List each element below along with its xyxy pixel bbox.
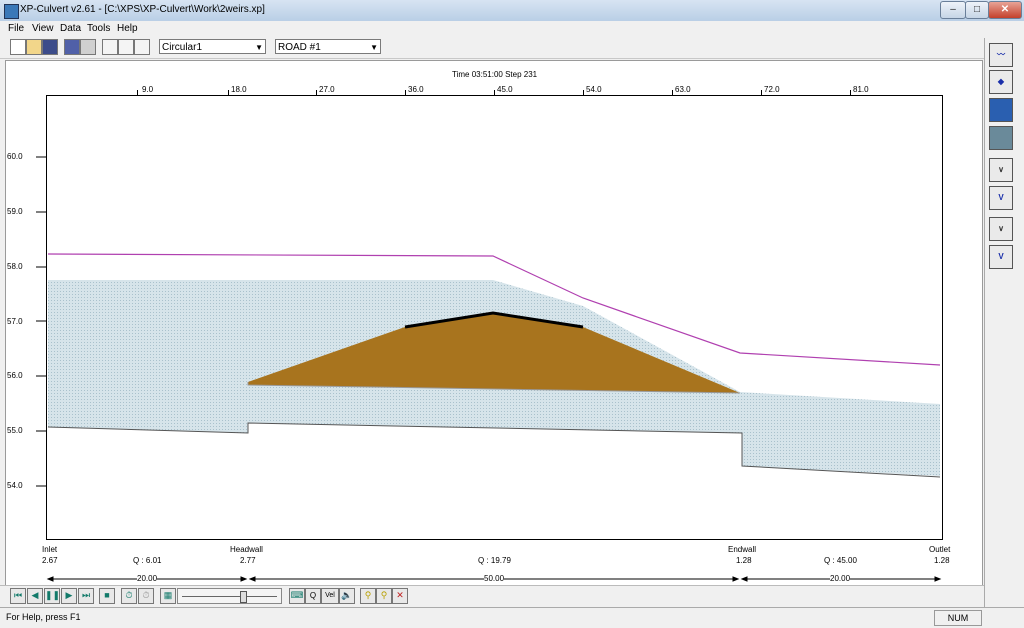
y-axis-ticks	[36, 156, 46, 487]
inlet-value: 2.67	[42, 556, 58, 565]
endwall-value: 1.28	[736, 556, 752, 565]
flow-q1: Q : 6.01	[133, 556, 162, 565]
timer-icon[interactable]: ⏱	[121, 588, 137, 604]
headwall-label: Headwall	[230, 545, 263, 554]
outlet-value: 1.28	[934, 556, 950, 565]
zoom-in-icon[interactable]: ⚲	[360, 588, 376, 604]
slider-thumb[interactable]	[240, 591, 247, 603]
road-view-icon[interactable]: ◆	[989, 70, 1013, 94]
time-slider[interactable]	[177, 588, 282, 604]
status-help-text: For Help, press F1	[6, 612, 81, 622]
velocity-toggle-button[interactable]: Vel	[321, 588, 339, 604]
length-label: 20.00	[830, 574, 851, 583]
culvert-view-icon[interactable]	[989, 98, 1013, 122]
outlet-label: Outlet	[929, 545, 951, 554]
skip-start-icon[interactable]: ⏮	[10, 588, 26, 604]
step-forward-icon[interactable]: ▶	[61, 588, 77, 604]
q-toggle-button[interactable]: Q	[305, 588, 321, 604]
status-bar: For Help, press F1 NUM	[0, 607, 1024, 628]
slider-track	[182, 596, 277, 597]
num-lock-indicator: NUM	[934, 610, 982, 626]
length-label: 50.00	[484, 574, 505, 583]
length-label: 20.00	[137, 574, 158, 583]
downstream-velocity-icon[interactable]: V	[989, 245, 1013, 269]
flow-q3: Q : 45.00	[824, 556, 857, 565]
time-series-icon[interactable]: 〰	[989, 43, 1013, 67]
step-back-icon[interactable]: ◀	[27, 588, 43, 604]
headwall-value: 2.77	[240, 556, 256, 565]
upstream-velocity-icon[interactable]: V	[989, 186, 1013, 210]
plot-frame	[46, 95, 943, 540]
grid-icon[interactable]: ▦	[160, 588, 176, 604]
flow-q2: Q : 19.79	[478, 556, 511, 565]
downstream-section-icon[interactable]: ∨	[989, 217, 1013, 241]
pause-icon[interactable]: ❚❚	[44, 588, 60, 604]
inlet-label: Inlet	[42, 545, 58, 554]
keyboard-icon[interactable]: ⌨	[289, 588, 305, 604]
speaker-icon[interactable]: 🔈	[339, 588, 355, 604]
upstream-section-icon[interactable]: ∨	[989, 158, 1013, 182]
skip-end-icon[interactable]: ⏭	[78, 588, 94, 604]
endwall-label: Endwall	[728, 545, 757, 554]
view-side-panel	[984, 38, 1024, 608]
stop-icon[interactable]: ■	[99, 588, 115, 604]
zoom-pan-icon[interactable]: ⚲	[376, 588, 392, 604]
landscape-view-icon[interactable]	[989, 126, 1013, 150]
timer-reset-icon[interactable]: ⏱	[138, 588, 154, 604]
close-button[interactable]: ✕	[988, 1, 1022, 19]
zoom-extents-icon[interactable]: ✕	[392, 588, 408, 604]
